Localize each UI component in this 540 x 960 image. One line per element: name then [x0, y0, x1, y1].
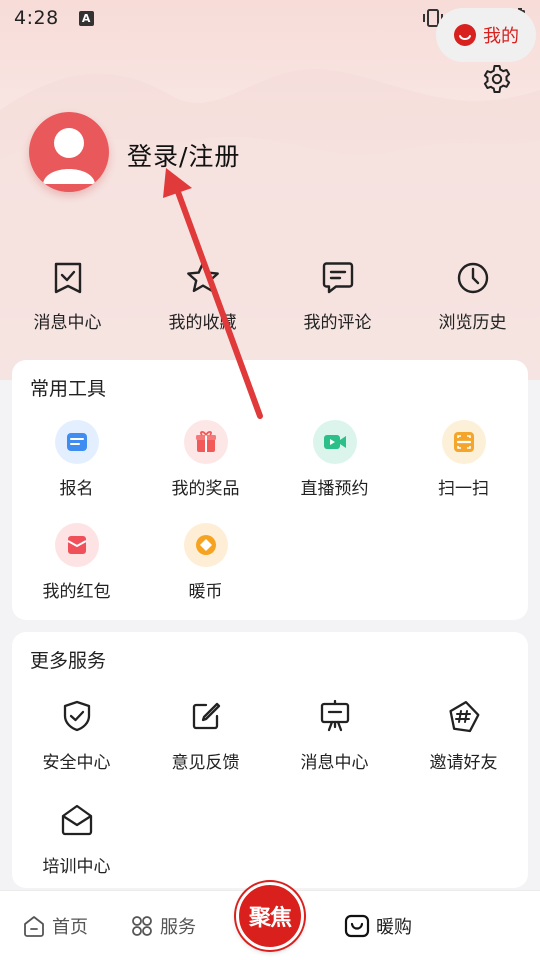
scan-icon: [453, 432, 474, 452]
card-title: 更多服务: [30, 650, 107, 672]
star-icon: [186, 261, 219, 293]
nav-shop[interactable]: 暖购: [344, 891, 412, 960]
service-security[interactable]: 安全中心: [12, 694, 141, 773]
service-feedback[interactable]: 意见反馈: [141, 694, 270, 773]
nav-label: 我的: [483, 26, 519, 47]
tool-red-packet[interactable]: 我的红包: [12, 523, 141, 602]
quick-item-label: 我的收藏: [168, 313, 237, 333]
nav-mine[interactable]: 我的: [436, 8, 536, 62]
user-icon: [43, 128, 95, 184]
settings-button[interactable]: [478, 60, 516, 98]
nav-label: 首页: [52, 917, 88, 938]
video-icon: [323, 435, 346, 449]
login-register-link[interactable]: 登录/注册: [127, 137, 240, 173]
nav-label: 服务: [160, 917, 196, 938]
quick-item-label: 浏览历史: [438, 313, 507, 333]
quick-item-label: 消息中心: [33, 313, 102, 333]
hashtag-icon: [448, 700, 479, 733]
tool-label: 直播预约: [300, 479, 369, 499]
tool-live-booking[interactable]: 直播预约: [270, 420, 399, 499]
gear-icon: [483, 65, 511, 93]
quick-item-comments[interactable]: 我的评论: [270, 240, 405, 350]
service-label: 消息中心: [300, 753, 369, 773]
tool-label: 我的红包: [42, 582, 111, 602]
home-icon: [24, 916, 44, 937]
service-training[interactable]: 培训中心: [12, 798, 141, 877]
service-label: 意见反馈: [171, 753, 240, 773]
nav-focus-label: 聚焦: [248, 906, 292, 931]
shield-check-icon: [63, 700, 90, 732]
quick-item-label: 我的评论: [303, 313, 372, 333]
common-tools-card: 常用工具 报名 我的奖品 直播预约 扫一扫 我的红包 暖币: [12, 360, 528, 620]
tool-coins[interactable]: 暖币: [141, 523, 270, 602]
grid-flower-icon: [132, 916, 152, 936]
status-time: 4:28: [14, 7, 59, 29]
tool-label: 我的奖品: [171, 479, 240, 499]
tool-scan[interactable]: 扫一扫: [399, 420, 528, 499]
service-label: 邀请好友: [429, 753, 498, 773]
easel-icon: [320, 699, 349, 732]
tool-prizes[interactable]: 我的奖品: [141, 420, 270, 499]
card-title: 常用工具: [30, 378, 107, 400]
signup-icon: [66, 433, 87, 451]
quick-item-messages[interactable]: 消息中心: [0, 240, 135, 350]
coin-icon: [195, 535, 216, 555]
avatar[interactable]: [29, 112, 109, 192]
quick-actions: 消息中心 我的收藏 我的评论 浏览历史: [0, 240, 540, 350]
shop-bag-icon: [344, 914, 370, 938]
status-indicator-icon: A: [78, 10, 94, 26]
service-label: 培训中心: [42, 857, 111, 877]
nav-label: 暖购: [376, 917, 412, 938]
more-services-card: 更多服务 安全中心 意见反馈 消息中心 邀请好友 培训中心: [12, 632, 528, 888]
message-check-icon: [54, 262, 81, 294]
red-packet-icon: [67, 536, 86, 554]
envelope-open-icon: [61, 804, 92, 836]
gift-icon: [195, 431, 216, 452]
nav-focus-button[interactable]: 聚焦: [236, 882, 304, 950]
tool-signup[interactable]: 报名: [12, 420, 141, 499]
quick-item-favorites[interactable]: 我的收藏: [135, 240, 270, 350]
nav-home[interactable]: 首页: [22, 891, 88, 960]
comment-icon: [322, 262, 353, 294]
tool-label: 暖币: [188, 582, 223, 602]
service-label: 安全中心: [42, 753, 111, 773]
edit-icon: [192, 702, 220, 730]
tool-label: 扫一扫: [438, 479, 489, 499]
smile-icon: [454, 24, 476, 46]
quick-item-history[interactable]: 浏览历史: [405, 240, 540, 350]
clock-icon: [457, 262, 488, 294]
tool-label: 报名: [59, 479, 94, 499]
nav-services[interactable]: 服务: [130, 891, 196, 960]
service-message-center[interactable]: 消息中心: [270, 694, 399, 773]
service-invite[interactable]: 邀请好友: [399, 694, 528, 773]
